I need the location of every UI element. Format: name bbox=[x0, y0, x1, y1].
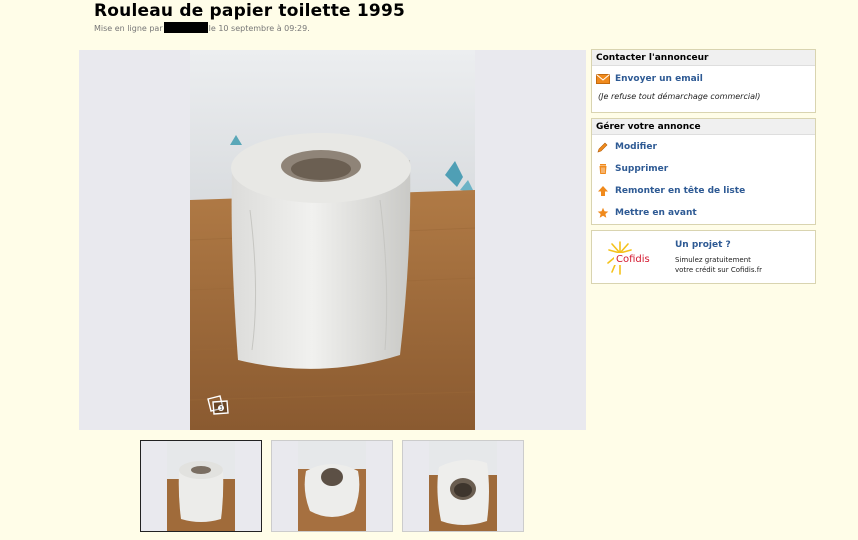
main-image-viewer[interactable]: 3 bbox=[79, 50, 586, 430]
svg-text:3: 3 bbox=[219, 406, 222, 412]
manage-box: Gérer votre annonce Modifier Supprimer R… bbox=[591, 118, 816, 225]
feature-ad-link[interactable]: Mettre en avant bbox=[592, 202, 815, 224]
listing-title: Rouleau de papier toilette 1995 bbox=[94, 1, 406, 21]
star-icon bbox=[596, 206, 610, 220]
posted-info: Mise en ligne par le 10 septembre à 09:29… bbox=[94, 22, 310, 33]
contact-box-header: Contacter l'annonceur bbox=[592, 50, 815, 66]
feature-ad-label: Mettre en avant bbox=[615, 208, 697, 218]
promo-text: Simulez gratuitement votre crédit sur Co… bbox=[675, 255, 805, 275]
delete-ad-label: Supprimer bbox=[615, 164, 669, 174]
cofidis-logo: Cofidis bbox=[600, 239, 660, 277]
thumbnail-1[interactable] bbox=[140, 440, 262, 532]
no-solicitation-note: (Je refuse tout démarchage commercial) bbox=[598, 92, 761, 101]
promo-line-2: votre crédit sur Cofidis.fr bbox=[675, 266, 763, 274]
send-email-link[interactable]: Envoyer un email bbox=[592, 68, 815, 90]
edit-ad-link[interactable]: Modifier bbox=[592, 136, 815, 158]
contact-box: Contacter l'annonceur Envoyer un email (… bbox=[591, 49, 816, 113]
envelope-icon bbox=[596, 72, 610, 86]
posted-prefix: Mise en ligne par bbox=[94, 24, 163, 33]
thumbnail-2[interactable] bbox=[271, 440, 393, 532]
bump-ad-label: Remonter en tête de liste bbox=[615, 186, 746, 196]
pencil-icon bbox=[596, 140, 610, 154]
promo-line-1: Simulez gratuitement bbox=[675, 256, 751, 264]
manage-box-header: Gérer votre annonce bbox=[592, 119, 815, 135]
cofidis-promo[interactable]: Cofidis Un projet ? Simulez gratuitement… bbox=[591, 230, 816, 284]
bump-ad-link[interactable]: Remonter en tête de liste bbox=[592, 180, 815, 202]
arrow-up-icon bbox=[596, 184, 610, 198]
edit-ad-label: Modifier bbox=[615, 142, 657, 152]
cofidis-wordmark: Cofidis bbox=[616, 254, 650, 265]
main-photo[interactable] bbox=[190, 50, 475, 430]
trash-icon bbox=[596, 162, 610, 176]
camera-count-icon: 3 bbox=[206, 393, 232, 417]
promo-title: Un projet ? bbox=[675, 240, 731, 250]
posted-date: le 10 septembre à 09:29. bbox=[208, 24, 310, 33]
delete-ad-link[interactable]: Supprimer bbox=[592, 158, 815, 180]
thumbnail-3[interactable] bbox=[402, 440, 524, 532]
redacted-username bbox=[163, 22, 208, 33]
send-email-label: Envoyer un email bbox=[615, 74, 703, 84]
